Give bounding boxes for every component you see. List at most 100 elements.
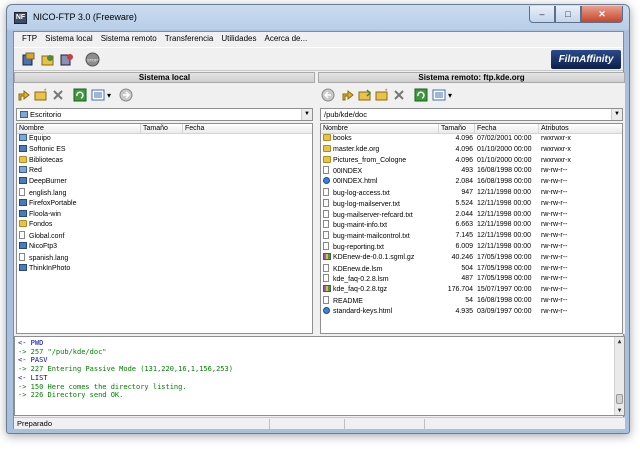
file-name-cell: Fondos xyxy=(19,220,139,231)
table-row[interactable]: bug-maint-info.txt 6.663 12/11/1998 00:00 r… xyxy=(321,220,622,231)
table-row[interactable]: Fondos xyxy=(17,220,312,231)
table-row[interactable]: FirefoxPortable xyxy=(17,198,312,210)
file-date: 16/08/1998 00:00 xyxy=(477,178,532,186)
close-button[interactable]: ✕ xyxy=(581,6,623,23)
table-row[interactable]: bug-reporting.txt 6.009 12/11/1998 00:00 rw… xyxy=(321,241,622,253)
scroll-up-icon[interactable]: ▲ xyxy=(615,337,624,346)
local-path-dropdown-icon[interactable]: ▼ xyxy=(301,109,312,120)
table-row[interactable]: kde_faq-0.2.8.lsm 487 17/05/1998 00:00 rw-r… xyxy=(321,274,622,285)
table-row[interactable]: Softonic ES xyxy=(17,144,312,156)
disconnect-icon[interactable] xyxy=(58,51,75,68)
scroll-thumb[interactable] xyxy=(616,394,623,404)
table-row[interactable]: ThinkInPhoto xyxy=(17,263,312,275)
remote-column-headers: Nombre Tamaño Fecha Atributos xyxy=(321,124,622,134)
file-name-cell: 00INDEX.html xyxy=(323,177,438,188)
table-row[interactable]: english.lang xyxy=(17,187,312,199)
file-name: bug-mailserver-refcard.txt xyxy=(333,211,413,219)
up-folder-icon[interactable] xyxy=(16,87,32,103)
remote-col-size[interactable]: Tamaño xyxy=(439,124,475,134)
table-row[interactable]: DeepBurner xyxy=(17,177,312,188)
table-row[interactable]: KDEnew.de.lsm 504 17/05/1998 00:00 rw-rw-r-… xyxy=(321,263,622,275)
menu-ftp[interactable]: FTP xyxy=(18,32,41,46)
transfer-right-icon[interactable] xyxy=(118,87,134,103)
table-row[interactable]: Global.conf xyxy=(17,231,312,242)
file-icon xyxy=(19,231,25,240)
file-name: KDEnew.de.lsm xyxy=(333,265,383,273)
remote-file-list[interactable]: Nombre Tamaño Fecha Atributos books 4.096… xyxy=(320,123,623,334)
file-icon xyxy=(19,187,25,196)
file-name-cell: kde_faq-0.2.8.tgz xyxy=(323,285,438,296)
table-row[interactable]: standard-keys.html 4.935 03/09/1997 00:00 r… xyxy=(321,306,622,318)
transfer-left-icon[interactable] xyxy=(320,87,336,103)
table-row[interactable]: KDEnew-de-0.0.1.sgml.gz 40.246 17/05/1998 … xyxy=(321,252,622,264)
stop-icon[interactable]: STOP xyxy=(84,51,101,68)
table-row[interactable]: Bibliotecas xyxy=(17,155,312,167)
table-row[interactable]: 00INDEX.html 2.084 16/08/1998 00:00 rw-rw-r… xyxy=(321,177,622,188)
remote-view-mode-dropdown-icon[interactable]: ▾ xyxy=(446,87,454,103)
menu-sistema-remoto[interactable]: Sistema remoto xyxy=(97,32,161,46)
table-row[interactable]: Pictures_from_Cologne 4.096 01/10/2000 00:… xyxy=(321,155,622,167)
remote-path-dropdown-icon[interactable]: ▼ xyxy=(611,109,622,120)
remote-col-date[interactable]: Fecha xyxy=(475,124,539,134)
svg-text:*: * xyxy=(385,89,388,95)
remote-new-folder-icon[interactable]: * xyxy=(374,87,390,103)
log-scrollbar[interactable]: ▲ ▼ xyxy=(614,337,624,415)
site-manager-icon[interactable] xyxy=(39,51,56,68)
file-size: 54 xyxy=(465,296,473,304)
remote-toolbar: * ▾ xyxy=(318,84,625,106)
local-path-text: Escritorio xyxy=(30,110,62,119)
table-row[interactable]: Floola-win xyxy=(17,209,312,221)
remote-view-mode-icon[interactable] xyxy=(431,87,447,103)
table-row[interactable]: Red xyxy=(17,166,312,177)
table-row[interactable]: NicoFtp3 xyxy=(17,241,312,253)
local-col-date[interactable]: Fecha xyxy=(183,124,312,134)
remote-rows: books 4.096 07/02/2001 00:00 rwxrwxr-x maste… xyxy=(321,134,622,318)
file-icon xyxy=(323,166,329,175)
table-row[interactable]: bug-log-access.txt 947 12/11/1998 00:00 rw-… xyxy=(321,187,622,199)
remote-refresh-icon[interactable] xyxy=(413,87,429,103)
table-row[interactable]: bug-maint-mailcontrol.txt 7.145 12/11/1998… xyxy=(321,231,622,242)
view-mode-dropdown-icon[interactable]: ▾ xyxy=(105,87,113,103)
menu-transferencia[interactable]: Transferencia xyxy=(161,32,218,46)
open-folder-icon[interactable] xyxy=(357,87,373,103)
remote-col-name[interactable]: Nombre xyxy=(321,124,439,134)
title-bar[interactable]: NF NICO-FTP 3.0 (Freeware) – □ ✕ xyxy=(7,5,629,31)
menu-sistema-local[interactable]: Sistema local xyxy=(41,32,97,46)
new-folder-icon[interactable]: * xyxy=(33,87,49,103)
maximize-button[interactable]: □ xyxy=(555,6,581,23)
table-row[interactable]: bug-log-mailserver.txt 5.524 12/11/1998 00… xyxy=(321,198,622,210)
file-name: Floola-win xyxy=(29,210,61,218)
log-panel[interactable]: <- PWD -> 257 "/pub/kde/doc" <- PASV -> 227… xyxy=(14,336,625,416)
file-attributes: rwxrwxr-x xyxy=(541,156,571,164)
file-icon xyxy=(323,241,329,250)
table-row[interactable]: 00INDEX 493 16/08/1998 00:00 rw-rw-r-- xyxy=(321,166,622,177)
file-date: 03/09/1997 00:00 xyxy=(477,307,532,315)
table-row[interactable]: README 54 16/08/1998 00:00 rw-rw-r-- xyxy=(321,295,622,307)
scroll-down-icon[interactable]: ▼ xyxy=(615,406,624,415)
refresh-icon[interactable] xyxy=(72,87,88,103)
table-row[interactable]: kde_faq-0.2.8.tgz 176.704 15/07/1997 00:00… xyxy=(321,285,622,296)
local-col-size[interactable]: Tamaño xyxy=(141,124,183,134)
local-file-list[interactable]: Nombre Tamaño Fecha Equipo Softonic ES Bib… xyxy=(16,123,313,334)
local-path-combo[interactable]: Escritorio ▼ xyxy=(16,108,313,121)
file-size: 2.084 xyxy=(455,178,473,186)
table-row[interactable]: master.kde.org 4.096 01/10/2000 00:00 rwxrw… xyxy=(321,144,622,156)
remote-delete-icon[interactable] xyxy=(391,87,407,103)
drive-icon xyxy=(19,134,27,141)
remote-col-attrs[interactable]: Atributos xyxy=(539,124,622,134)
table-row[interactable]: Equipo xyxy=(17,134,312,145)
remote-path-combo[interactable]: /pub/kde/doc ▼ xyxy=(320,108,623,121)
file-size: 2.044 xyxy=(455,210,473,218)
table-row[interactable]: spanish.lang xyxy=(17,252,312,264)
file-date: 12/11/1998 00:00 xyxy=(477,188,531,196)
menu-utilidades[interactable]: Utilidades xyxy=(217,32,260,46)
minimize-button[interactable]: – xyxy=(529,6,555,23)
table-row[interactable]: bug-mailserver-refcard.txt 2.044 12/11/199… xyxy=(321,209,622,221)
connect-icon[interactable] xyxy=(20,51,37,68)
menu-acerca-de[interactable]: Acerca de... xyxy=(260,32,311,46)
local-col-name[interactable]: Nombre xyxy=(17,124,141,134)
table-row[interactable]: books 4.096 07/02/2001 00:00 rwxrwxr-x xyxy=(321,134,622,145)
remote-up-folder-icon[interactable] xyxy=(340,87,356,103)
view-mode-icon[interactable] xyxy=(90,87,106,103)
delete-icon[interactable] xyxy=(50,87,66,103)
